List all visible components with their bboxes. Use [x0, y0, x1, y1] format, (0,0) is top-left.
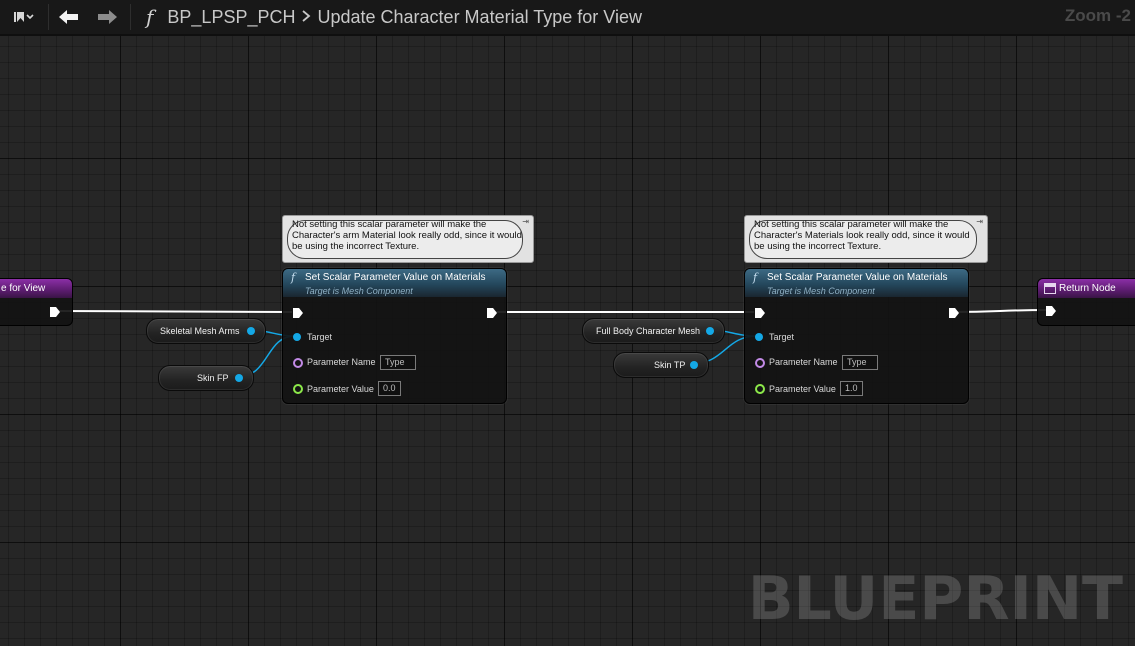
- variable-out-pin[interactable]: [235, 374, 243, 382]
- parameter-name-field[interactable]: Type: [842, 355, 878, 370]
- comment-text-2: Not setting this scalar parameter will m…: [754, 219, 970, 252]
- forward-button[interactable]: [90, 0, 124, 34]
- variable-label: Full Body Character Mesh: [596, 326, 701, 336]
- variable-skeletal-mesh-arms[interactable]: Skeletal Mesh Arms: [146, 318, 266, 344]
- node-title: Set Scalar Parameter Value on Materials: [767, 272, 948, 283]
- back-button[interactable]: [52, 0, 86, 34]
- graph-toolbar: f BP_LPSP_PCH Update Character Material …: [0, 0, 1135, 36]
- exec-wire-1: [55, 310, 293, 313]
- parameter-value-field[interactable]: 0.0: [378, 381, 401, 396]
- set-scalar-node-2[interactable]: f Set Scalar Parameter Value on Material…: [744, 268, 969, 404]
- parameter-value-label: Parameter Value: [307, 384, 374, 394]
- variable-skin-fp[interactable]: Skin FP: [158, 365, 254, 391]
- exec-in-pin[interactable]: [1045, 305, 1057, 317]
- function-entry-node[interactable]: e for View: [0, 278, 73, 326]
- arrow-right-icon: [98, 10, 117, 24]
- parameter-name-pin[interactable]: [293, 358, 303, 368]
- target-pin[interactable]: [293, 333, 301, 341]
- set-scalar-node-1[interactable]: f Set Scalar Parameter Value on Material…: [282, 268, 507, 404]
- parameter-name-field[interactable]: Type: [380, 355, 416, 370]
- variable-out-pin[interactable]: [690, 361, 698, 369]
- parameter-name-pin[interactable]: [755, 358, 765, 368]
- variable-label: Skeletal Mesh Arms: [160, 326, 240, 336]
- breadcrumb: f BP_LPSP_PCH Update Character Material …: [146, 0, 642, 34]
- variable-out-pin[interactable]: [706, 327, 714, 335]
- parameter-name-label: Parameter Name: [769, 357, 838, 367]
- exec-out-pin[interactable]: [948, 307, 960, 319]
- bookmark-icon: [14, 12, 34, 22]
- function-icon: f: [146, 5, 154, 29]
- bookmark-button[interactable]: [4, 0, 44, 34]
- comment-text-1: Not setting this scalar parameter will m…: [292, 219, 522, 252]
- node-subtitle: Target is Mesh Component: [305, 286, 413, 296]
- breadcrumb-asset[interactable]: BP_LPSP_PCH: [167, 7, 295, 28]
- variable-label: Skin TP: [654, 360, 686, 370]
- chevron-right-icon: [301, 7, 311, 28]
- function-icon: f: [753, 271, 758, 284]
- variable-skin-tp[interactable]: Skin TP: [613, 352, 709, 378]
- parameter-name-label: Parameter Name: [307, 357, 376, 367]
- exec-in-pin[interactable]: [754, 307, 766, 319]
- return-node[interactable]: Return Node: [1037, 278, 1135, 326]
- target-label: Target: [307, 332, 333, 342]
- exec-out-pin[interactable]: [49, 306, 61, 318]
- variable-out-pin[interactable]: [247, 327, 255, 335]
- comment-pin-icon[interactable]: ⇥: [522, 217, 529, 226]
- comment-pin-icon[interactable]: ⇥: [976, 217, 983, 226]
- parameter-value-pin[interactable]: [293, 384, 303, 394]
- node-subtitle: Target is Mesh Component: [767, 286, 875, 296]
- comment-bubble-1[interactable]: Not setting this scalar parameter will m…: [282, 215, 534, 263]
- breadcrumb-function[interactable]: Update Character Material Type for View: [317, 7, 642, 28]
- target-pin[interactable]: [755, 333, 763, 341]
- target-label: Target: [769, 332, 795, 342]
- parameter-value-field[interactable]: 1.0: [840, 381, 863, 396]
- parameter-value-label: Parameter Value: [769, 384, 836, 394]
- arrow-left-icon: [59, 10, 78, 24]
- variable-full-body-character-mesh[interactable]: Full Body Character Mesh: [582, 318, 725, 344]
- function-icon: f: [291, 271, 296, 284]
- node-title: Set Scalar Parameter Value on Materials: [305, 272, 486, 283]
- variable-label: Skin FP: [197, 373, 229, 383]
- return-node-title: Return Node: [1059, 283, 1116, 294]
- entry-node-title: e for View: [1, 283, 46, 294]
- parameter-value-pin[interactable]: [755, 384, 765, 394]
- exec-in-pin[interactable]: [292, 307, 304, 319]
- return-node-icon: [1044, 283, 1056, 294]
- comment-bubble-2[interactable]: Not setting this scalar parameter will m…: [744, 215, 988, 263]
- exec-out-pin[interactable]: [486, 307, 498, 319]
- zoom-level: Zoom -2: [1064, 6, 1131, 25]
- blueprint-watermark: BLUEPRINT: [747, 564, 1123, 634]
